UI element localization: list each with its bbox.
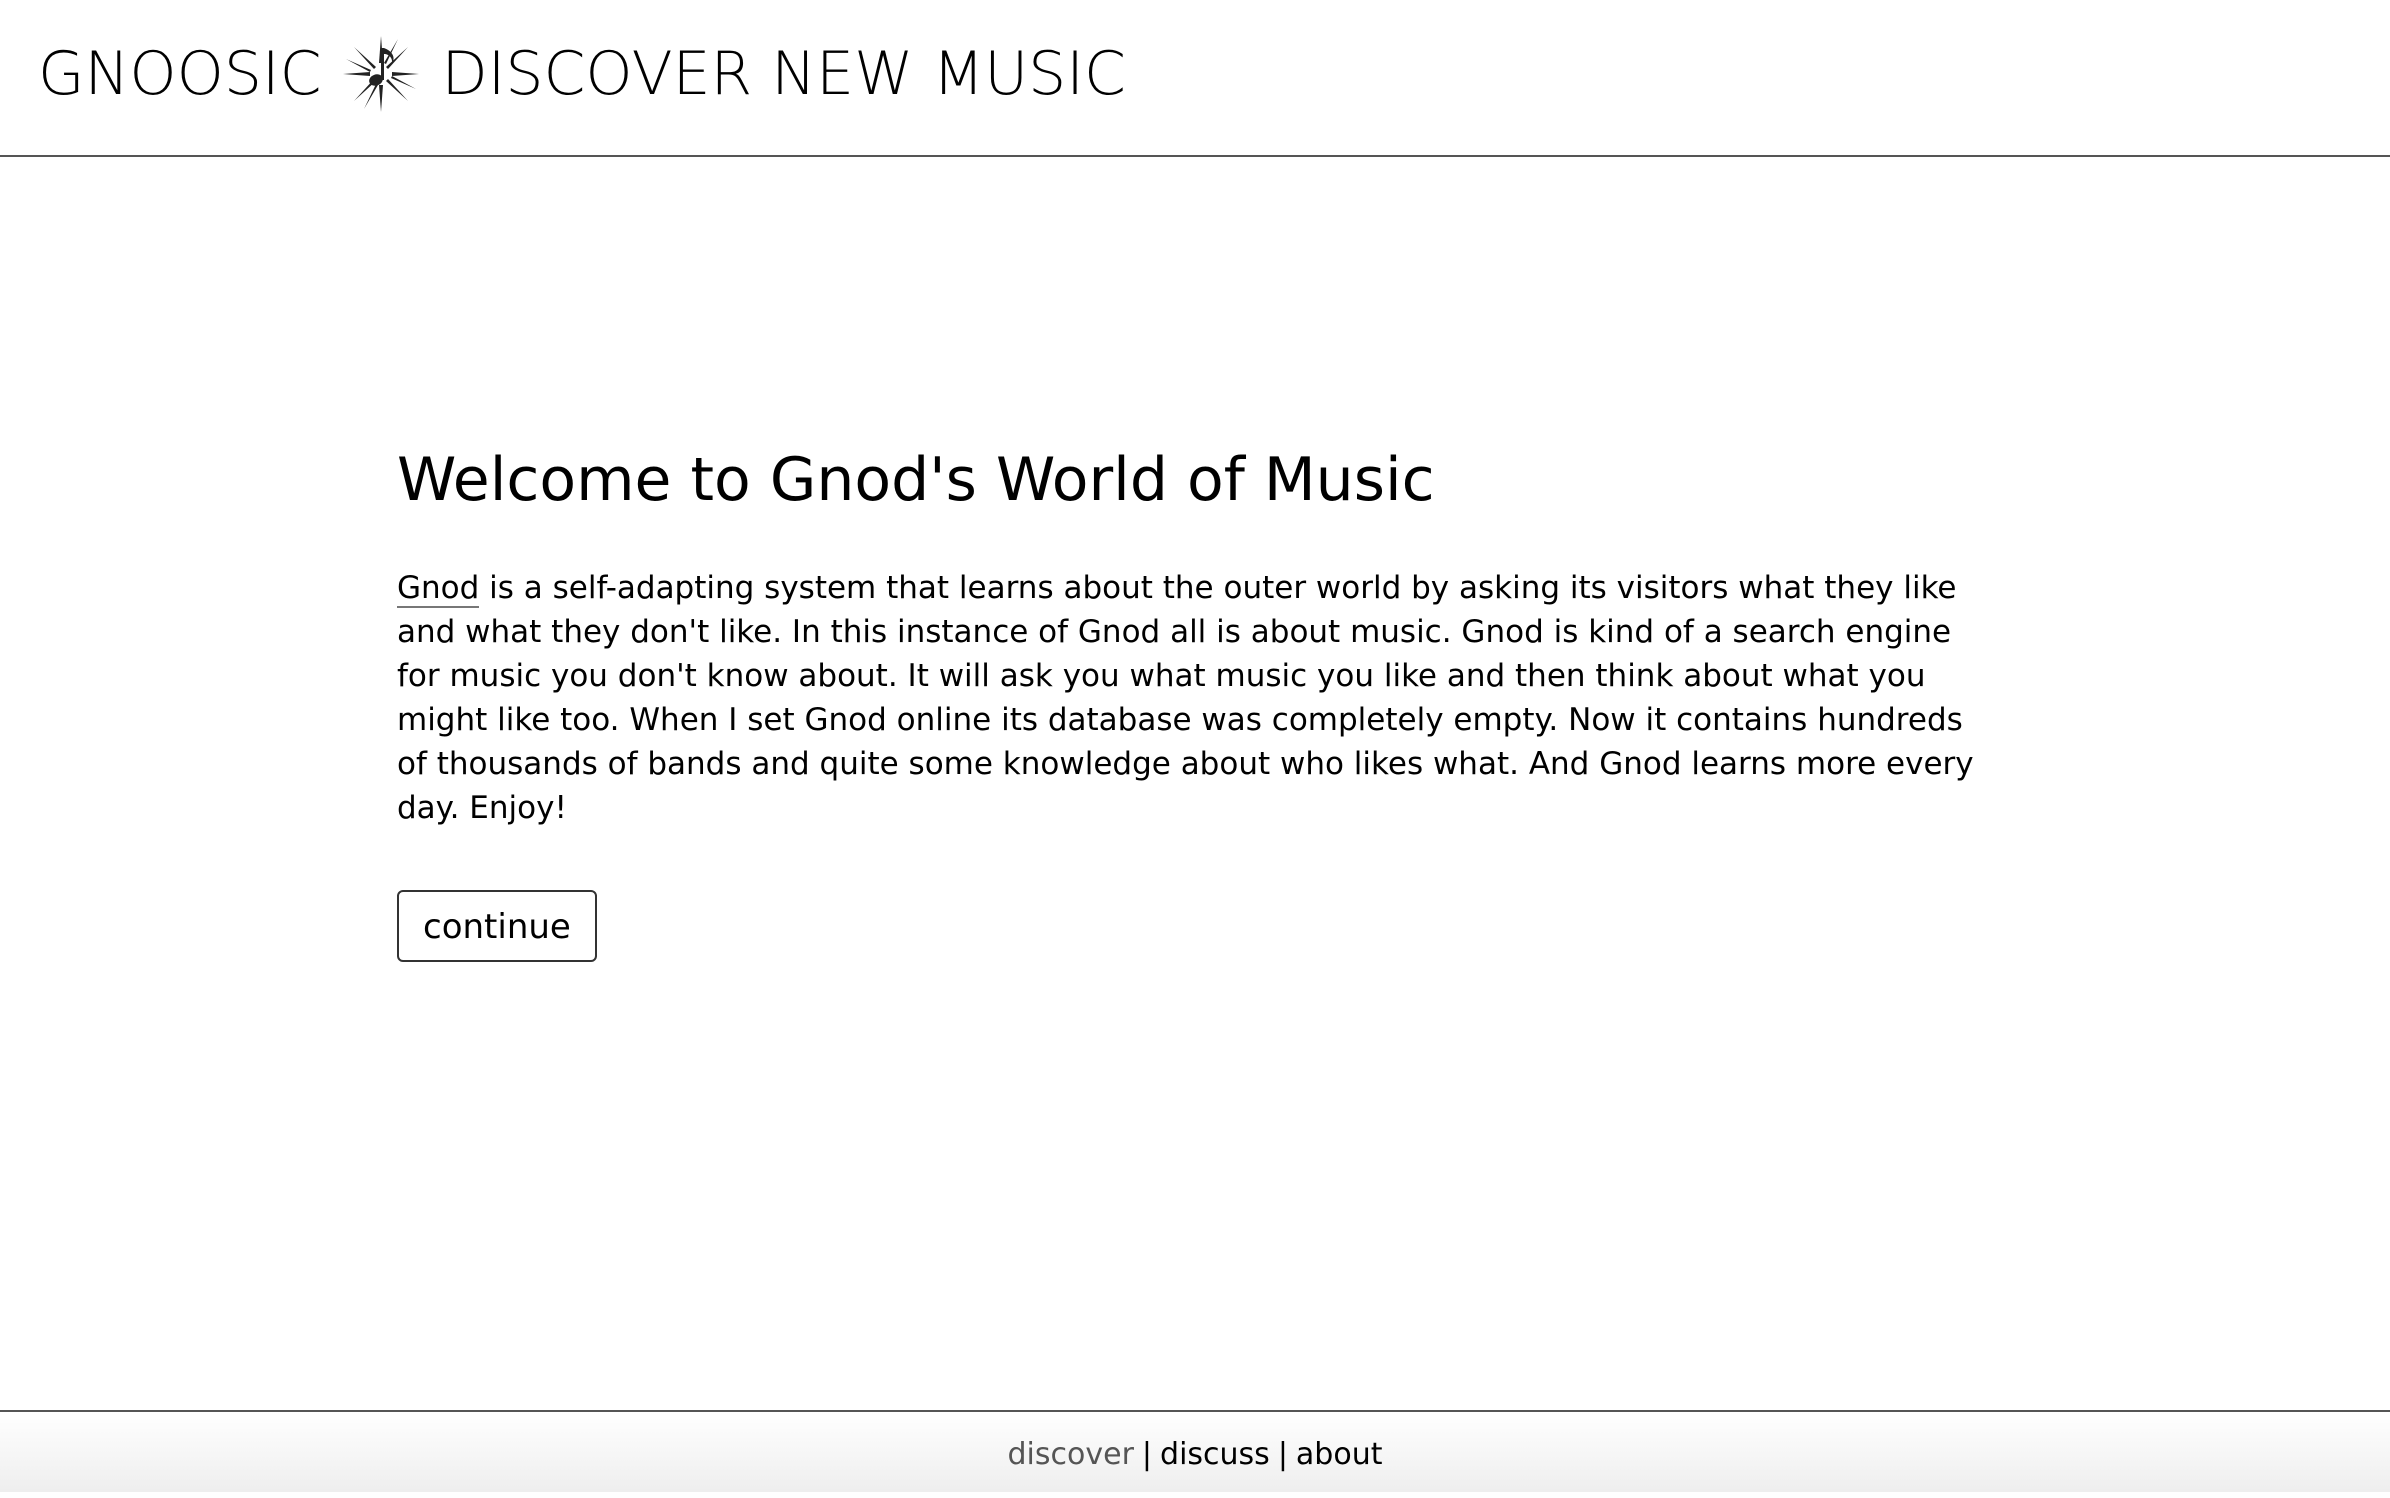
- site-footer: discover | discuss | about: [0, 1410, 2390, 1492]
- brand-tagline: DISCOVER NEW MUSIC: [441, 39, 1126, 109]
- footer-separator: |: [1277, 1437, 1288, 1472]
- music-note-star-icon: [340, 33, 422, 115]
- brand-name: GNOOSIC: [38, 39, 322, 109]
- welcome-section: Welcome to Gnod's World of Music Gnod is…: [397, 436, 1997, 962]
- continue-button[interactable]: continue: [397, 890, 597, 962]
- intro-text: is a self-adapting system that learns ab…: [397, 570, 1974, 826]
- footer-separator: |: [1141, 1437, 1153, 1472]
- site-brand[interactable]: GNOOSIC DISCOVER NEW MUSIC: [38, 34, 1126, 114]
- footer-link-discuss[interactable]: discuss: [1160, 1437, 1270, 1472]
- site-header: GNOOSIC DISCOVER NEW MUSIC: [0, 0, 2390, 157]
- intro-paragraph: Gnod is a self-adapting system that lear…: [397, 566, 1997, 830]
- footer-link-discover[interactable]: discover: [1008, 1437, 1134, 1472]
- footer-link-about[interactable]: about: [1296, 1437, 1383, 1472]
- page-title: Welcome to Gnod's World of Music: [397, 445, 1435, 515]
- gnod-link[interactable]: Gnod: [397, 570, 480, 608]
